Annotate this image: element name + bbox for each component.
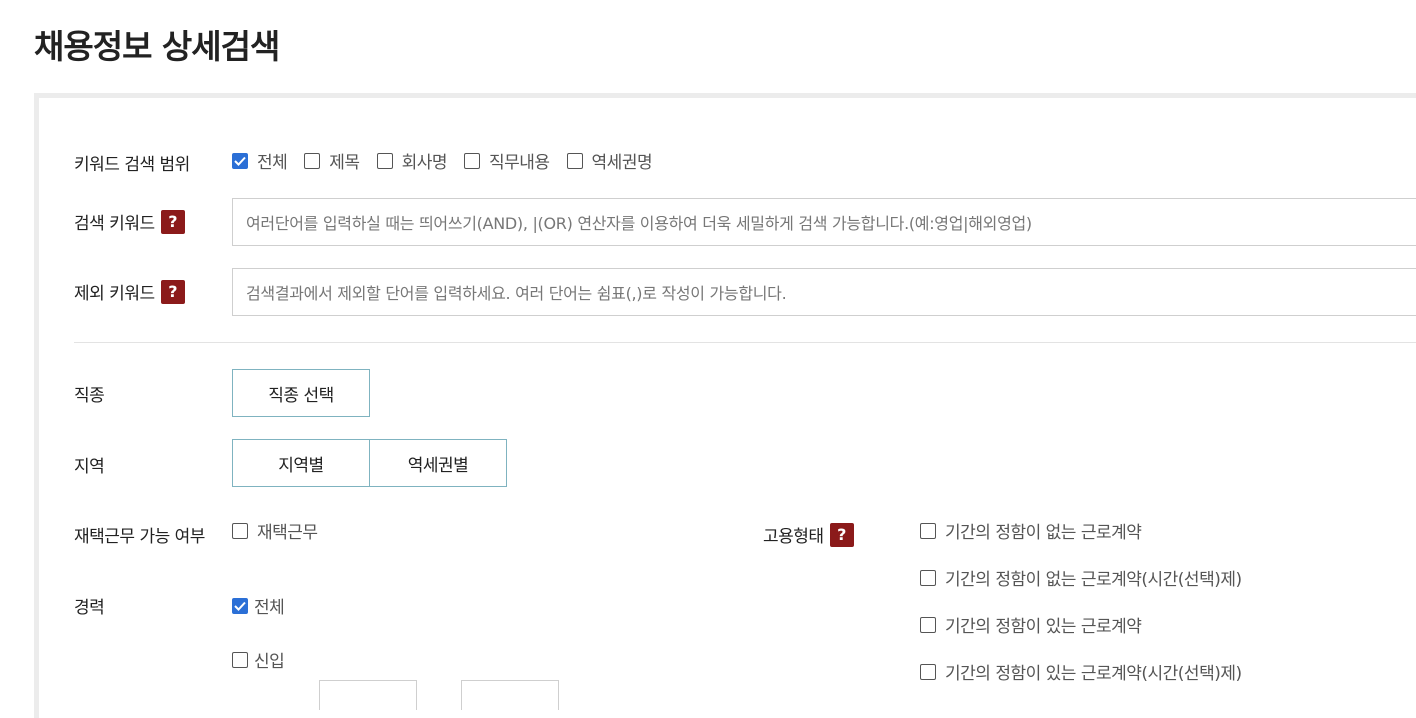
employment-type-options: 기간의 정함이 없는 근로계약 기간의 정함이 없는 근로계약(시간(선택)제)… xyxy=(920,518,1242,684)
career-label: 경력 xyxy=(74,598,105,618)
employment-option-fixed-term[interactable]: 기간의 정함이 있는 근로계약 xyxy=(920,612,1142,637)
exclude-keyword-label: 제외 키워드 ? xyxy=(74,279,185,304)
scope-option-all[interactable]: 전체 xyxy=(232,148,288,173)
checkbox-icon[interactable] xyxy=(920,522,936,539)
checkbox-icon[interactable] xyxy=(566,152,583,169)
help-icon[interactable]: ? xyxy=(160,279,185,304)
career-option-all[interactable]: 전체 xyxy=(232,593,285,618)
employment-type-label: 고용형태 ? xyxy=(763,522,854,547)
job-type-select-button[interactable]: 직종 선택 xyxy=(232,369,370,417)
region-by-station-button[interactable]: 역세권별 xyxy=(369,439,507,487)
checkbox-icon[interactable] xyxy=(920,616,936,633)
search-keyword-label: 검색 키워드 ? xyxy=(74,209,185,234)
checkbox-icon[interactable] xyxy=(232,651,248,668)
career-min-years-input[interactable] xyxy=(319,680,417,710)
scope-option-company[interactable]: 회사명 xyxy=(376,148,447,173)
career-options: 전체 신입 xyxy=(232,593,285,672)
remote-work-label: 재택근무 가능 여부 xyxy=(74,527,205,547)
scope-option-station[interactable]: 역세권명 xyxy=(566,148,653,173)
scope-option-title[interactable]: 제목 xyxy=(304,148,360,173)
checkbox-icon[interactable] xyxy=(304,152,321,169)
checkbox-icon[interactable] xyxy=(463,152,480,169)
job-type-label: 직종 xyxy=(74,386,105,406)
checkbox-icon[interactable] xyxy=(920,569,936,586)
checkbox-icon[interactable] xyxy=(232,522,248,539)
career-option-entry[interactable]: 신입 xyxy=(232,647,285,672)
scope-option-duties[interactable]: 직무내용 xyxy=(463,148,550,173)
checkbox-icon[interactable] xyxy=(376,152,393,169)
employment-option-fixed-term-parttime[interactable]: 기간의 정함이 있는 근로계약(시간(선택)제) xyxy=(920,659,1242,684)
search-panel: 키워드 검색 범위 전체 제목 회사명 직무내용 역세권명 검색 키워드 ? 여… xyxy=(34,93,1416,718)
checkbox-icon[interactable] xyxy=(232,152,248,169)
region-by-area-button[interactable]: 지역별 xyxy=(232,439,370,487)
region-label: 지역 xyxy=(74,457,105,477)
search-keyword-input[interactable]: 여러단어를 입력하실 때는 띄어쓰기(AND), |(OR) 연산자를 이용하여… xyxy=(232,198,1416,246)
checkbox-icon[interactable] xyxy=(920,663,936,680)
employment-option-permanent-parttime[interactable]: 기간의 정함이 없는 근로계약(시간(선택)제) xyxy=(920,565,1242,590)
help-icon[interactable]: ? xyxy=(160,209,185,234)
career-max-years-input[interactable] xyxy=(461,680,559,710)
employment-option-permanent[interactable]: 기간의 정함이 없는 근로계약 xyxy=(920,518,1142,543)
remote-work-option[interactable]: 재택근무 xyxy=(232,518,318,543)
page-title: 채용정보 상세검색 xyxy=(34,27,280,66)
keyword-scope-options: 전체 제목 회사명 직무내용 역세권명 xyxy=(232,148,653,173)
checkbox-icon[interactable] xyxy=(232,597,248,614)
keyword-scope-label: 키워드 검색 범위 xyxy=(74,155,190,175)
exclude-keyword-input[interactable]: 검색결과에서 제외할 단어를 입력하세요. 여러 단어는 쉼표(,)로 작성이 … xyxy=(232,268,1416,316)
remote-work-options: 재택근무 xyxy=(232,518,318,543)
help-icon[interactable]: ? xyxy=(829,522,854,547)
divider xyxy=(74,342,1416,343)
